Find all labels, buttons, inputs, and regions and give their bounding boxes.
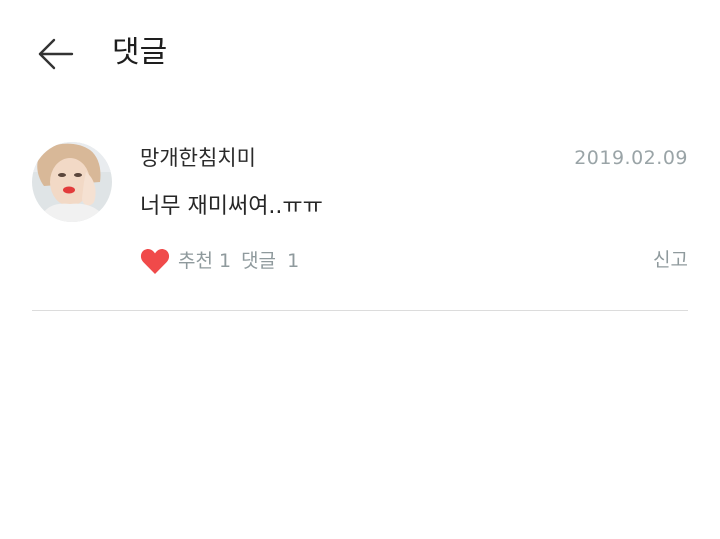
likes-count: 1: [218, 250, 232, 272]
arrow-left-icon: [38, 38, 74, 70]
comment-author[interactable]: 망개한침치미: [140, 144, 256, 172]
comment-actions: 추천 1 댓글 1: [140, 246, 299, 276]
comment-body: 너무 재미써여..ㅠㅠ: [140, 194, 323, 219]
user-avatar[interactable]: [32, 142, 112, 222]
likes-label: 추천: [178, 250, 213, 272]
back-button[interactable]: [34, 34, 78, 74]
avatar-image: [32, 142, 112, 222]
top-bar: 댓글: [0, 0, 720, 110]
page-title: 댓글: [112, 35, 168, 70]
comment-date: 2019.02.09: [574, 147, 688, 169]
comment-item: 망개한침치미 2019.02.09 너무 재미써여..ㅠㅠ 추천 1 댓글 1 …: [0, 130, 720, 310]
reply-button[interactable]: 댓글 1: [241, 247, 299, 275]
divider: [32, 310, 688, 311]
report-button[interactable]: 신고: [653, 246, 688, 274]
like-button[interactable]: [140, 247, 170, 275]
replies-label: 댓글: [241, 250, 277, 272]
heart-icon: [140, 249, 170, 274]
replies-count: 1: [287, 250, 300, 272]
